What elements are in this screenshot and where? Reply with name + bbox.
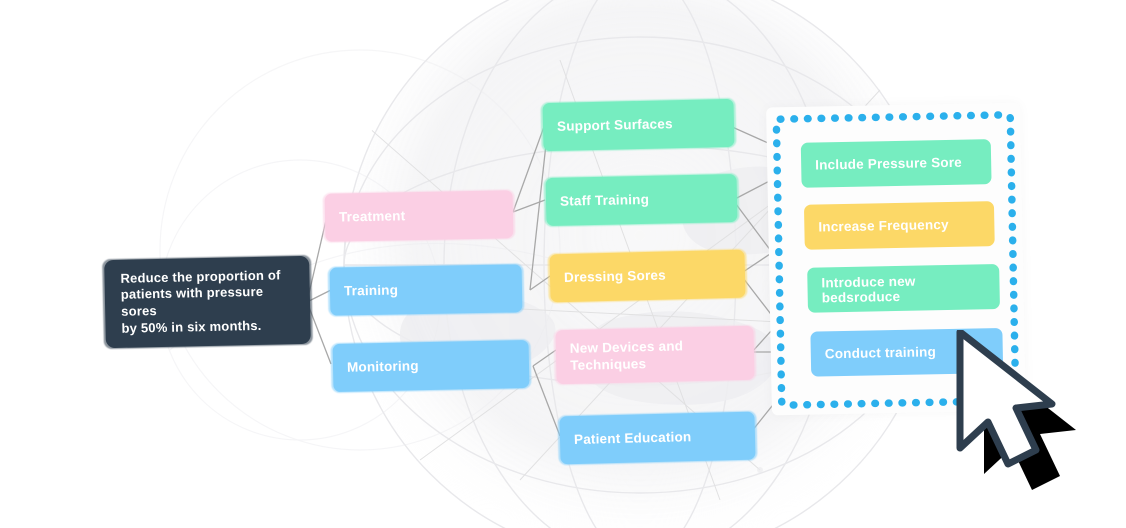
goal-line-3: by 50% in six months. (121, 317, 262, 336)
selected-node-increase-frequency-label: Increase Frequency (818, 216, 949, 235)
selected-node-conduct-training[interactable]: Conduct training (810, 327, 1004, 377)
selected-node-conduct-training-label: Conduct training (824, 344, 937, 362)
selected-node-introduce-new-beds-label: Introduce new bedsroduce (821, 273, 916, 305)
node-dressing-sores-label: Dressing Sores (563, 267, 667, 286)
node-patient-education-label: Patient Education (573, 429, 692, 448)
selected-node-introduce-new-beds[interactable]: Introduce new bedsroduce (807, 264, 1000, 313)
node-new-devices-label: New Devices and Techniques (570, 337, 684, 374)
goal-line-1: Reduce the proportion of (120, 267, 281, 286)
node-treatment[interactable]: Treatment (324, 190, 514, 242)
node-support-surfaces-label: Support Surfaces (556, 116, 673, 135)
node-new-devices-line-2: Techniques (570, 356, 647, 373)
mindmap-canvas[interactable]: Reduce the proportion of patients with p… (0, 0, 1126, 528)
node-training-label: Training (343, 282, 399, 299)
node-new-devices-line-1: New Devices and (569, 338, 684, 356)
selection-group[interactable]: Include Pressure Sore Increase Frequency… (764, 101, 1028, 418)
node-training[interactable]: Training (329, 264, 523, 316)
node-staff-training[interactable]: Staff Training (545, 174, 738, 226)
goal-line-2: patients with pressure sores (120, 284, 264, 319)
node-patient-education[interactable]: Patient Education (559, 411, 756, 465)
selected-node-include-pressure-sore[interactable]: Include Pressure Sore (800, 139, 992, 188)
node-monitoring-label: Monitoring (346, 358, 419, 376)
node-staff-training-label: Staff Training (559, 192, 650, 210)
goal-node-label: Reduce the proportion of patients with p… (120, 267, 294, 337)
node-support-surfaces[interactable]: Support Surfaces (542, 98, 735, 152)
node-dressing-sores[interactable]: Dressing Sores (549, 249, 746, 303)
node-treatment-label: Treatment (338, 208, 406, 225)
selected-node-include-pressure-sore-label: Include Pressure Sore (815, 154, 963, 173)
node-monitoring[interactable]: Monitoring (332, 339, 530, 393)
node-new-devices-and-techniques[interactable]: New Devices and Techniques (555, 325, 755, 385)
selected-node-increase-frequency[interactable]: Increase Frequency (803, 201, 995, 250)
goal-node[interactable]: Reduce the proportion of patients with p… (104, 255, 311, 349)
